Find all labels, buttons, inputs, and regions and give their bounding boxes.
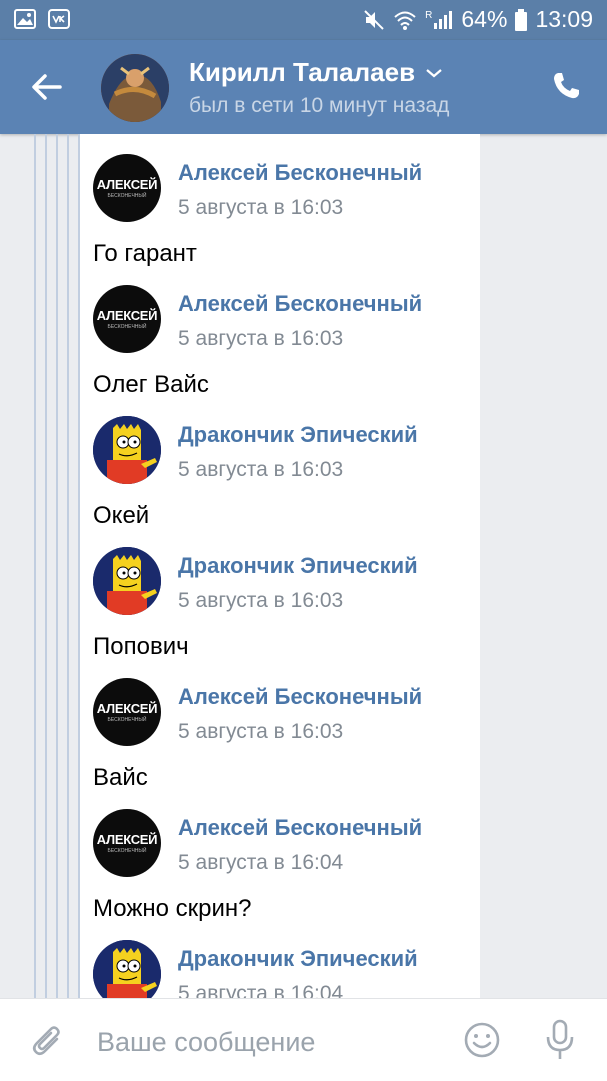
message-timestamp: 5 августа в 16:03 xyxy=(178,327,344,350)
forwarded-message: АЛЕКСЕЙ БЕСКОНЕЧНЫЙ Алексей Бесконечный 5 а… xyxy=(80,265,480,398)
microphone-icon[interactable] xyxy=(545,1019,575,1061)
forwarded-message: АЛЕКСЕЙ БЕСКОНЕЧНЫЙ Алексей Бесконечный 5 а… xyxy=(80,789,480,922)
avatar-logo-subtext: БЕСКОНЕЧНЫЙ xyxy=(107,324,147,330)
forwarded-message: АЛЕКСЕЙ БЕСКОНЕЧНЫЙ Алексей Бесконечный 5 а… xyxy=(80,134,480,267)
message-author-link[interactable]: Алексей Бесконечный xyxy=(178,160,422,186)
avatar-logo-subtext: БЕСКОНЕЧНЫЙ xyxy=(107,848,147,854)
aleksey-avatar[interactable]: АЛЕКСЕЙ БЕСКОНЕЧНЫЙ xyxy=(93,678,161,746)
message-author-link[interactable]: Алексей Бесконечный xyxy=(178,815,422,841)
forwarded-message: Дракончик Эпический 5 августа в 16:03 Окей xyxy=(80,396,480,529)
phone-icon[interactable] xyxy=(551,71,581,101)
forwarded-message: АЛЕКСЕЙ БЕСКОНЕЧНЫЙ Алексей Бесконечный 5 а… xyxy=(80,658,480,791)
message-timestamp: 5 августа в 16:03 xyxy=(178,720,344,743)
message-author-link[interactable]: Дракончик Эпический xyxy=(178,946,418,972)
contact-name-text: Кирилл Талалаев xyxy=(189,57,416,87)
emoji-icon[interactable] xyxy=(463,1021,501,1059)
mute-icon xyxy=(364,9,384,30)
message-timestamp: 5 августа в 16:04 xyxy=(178,851,344,874)
message-author-link[interactable]: Дракончик Эпический xyxy=(178,422,418,448)
bart-avatar[interactable] xyxy=(93,547,161,615)
avatar-logo-text: АЛЕКСЕЙ xyxy=(96,701,158,716)
gallery-notification-icon xyxy=(14,9,36,29)
message-feed[interactable]: АЛЕКСЕЙ БЕСКОНЕЧНЫЙ Алексей Бесконечный 5 а… xyxy=(0,134,607,998)
message-text: Го гарант xyxy=(93,240,197,267)
signal-icon: R xyxy=(425,10,453,30)
message-author-link[interactable]: Алексей Бесконечный xyxy=(178,291,422,317)
message-timestamp: 5 августа в 16:04 xyxy=(178,982,344,998)
chat-header: Кирилл Талалаев был в сети 10 минут наза… xyxy=(0,40,607,134)
message-text: Окей xyxy=(93,502,150,529)
message-timestamp: 5 августа в 16:03 xyxy=(178,458,344,481)
status-bar: R 64% 13:09 xyxy=(0,0,607,40)
battery-icon xyxy=(515,8,528,31)
message-text: Олег Вайс xyxy=(93,371,209,398)
aleksey-avatar[interactable]: АЛЕКСЕЙ БЕСКОНЕЧНЫЙ xyxy=(93,809,161,877)
message-author-link[interactable]: Алексей Бесконечный xyxy=(178,684,422,710)
bart-avatar[interactable] xyxy=(93,416,161,484)
vk-notification-icon xyxy=(48,9,70,29)
forwarded-message: Дракончик Эпический 5 августа в 16:03 Попо… xyxy=(80,527,480,660)
aleksey-avatar[interactable]: АЛЕКСЕЙ БЕСКОНЕЧНЫЙ xyxy=(93,154,161,222)
message-text: Попович xyxy=(93,633,189,660)
contact-avatar[interactable] xyxy=(101,54,169,122)
message-timestamp: 5 августа в 16:03 xyxy=(178,196,344,219)
clock: 13:09 xyxy=(535,6,593,32)
avatar-logo-text: АЛЕКСЕЙ xyxy=(96,308,158,323)
forwarded-message: Дракончик Эпический 5 августа в 16:04 xyxy=(80,920,480,998)
message-text: Можно скрин? xyxy=(93,895,252,922)
contact-status: был в сети 10 минут назад xyxy=(189,94,450,117)
aleksey-avatar[interactable]: АЛЕКСЕЙ БЕСКОНЕЧНЫЙ xyxy=(93,285,161,353)
attach-icon[interactable] xyxy=(30,1021,64,1061)
message-author-link[interactable]: Дракончик Эпический xyxy=(178,553,418,579)
forwarded-messages: АЛЕКСЕЙ БЕСКОНЕЧНЫЙ Алексей Бесконечный 5 а… xyxy=(80,134,480,998)
wifi-icon xyxy=(394,11,416,30)
message-text: Вайс xyxy=(93,764,148,791)
forward-nesting-lines xyxy=(34,134,80,998)
contact-name[interactable]: Кирилл Талалаев xyxy=(189,57,443,88)
bart-avatar[interactable] xyxy=(93,940,161,998)
avatar-logo-text: АЛЕКСЕЙ xyxy=(96,177,158,192)
battery-percent: 64% xyxy=(461,6,508,32)
avatar-logo-subtext: БЕСКОНЕЧНЫЙ xyxy=(107,717,147,723)
message-input[interactable]: Ваше сообщение xyxy=(97,1027,315,1058)
chevron-down-icon xyxy=(426,68,442,77)
avatar-logo-text: АЛЕКСЕЙ xyxy=(96,832,158,847)
message-timestamp: 5 августа в 16:03 xyxy=(178,589,344,612)
avatar-logo-subtext: БЕСКОНЕЧНЫЙ xyxy=(107,193,147,199)
back-arrow-icon[interactable] xyxy=(30,70,64,104)
message-composer: Ваше сообщение xyxy=(0,998,607,1081)
